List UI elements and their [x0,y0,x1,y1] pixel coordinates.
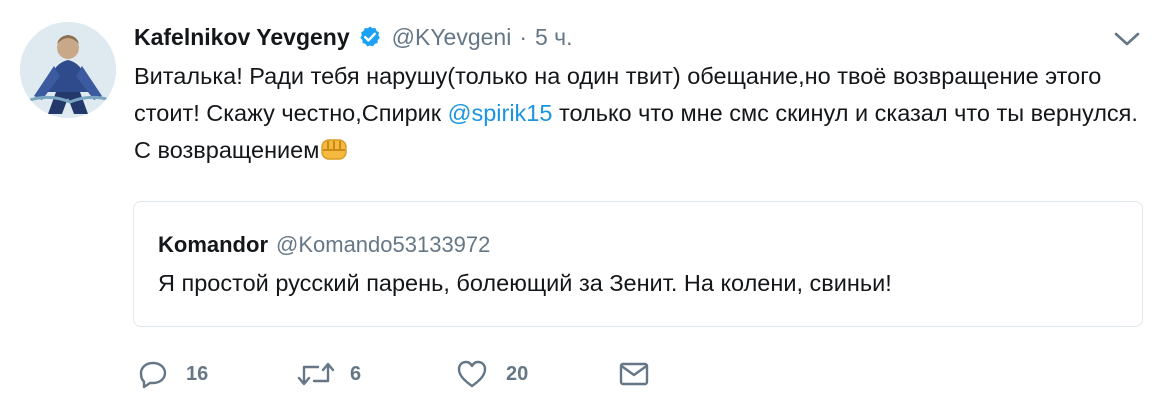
fist-emoji [319,136,349,162]
avatar[interactable] [20,22,116,118]
quoted-author-handle: @Komando53133972 [276,232,491,257]
direct-message-icon [618,359,650,389]
quoted-tweet-header: Komandor @Komando53133972 [158,232,490,258]
quoted-author-name: Komandor [158,232,268,257]
author-handle[interactable]: @KYevgeni [392,24,512,51]
quoted-tweet[interactable]: Komandor @Komando53133972 Я простой русск… [133,201,1143,327]
author-name[interactable]: Kafelnikov Yevgeny [134,24,350,51]
timestamp[interactable]: 5 ч. [535,24,573,51]
retweet-count: 6 [350,362,362,385]
retweet-icon [296,359,336,389]
like-count: 20 [506,362,529,385]
direct-message-button[interactable] [618,356,650,392]
separator-dot: · [519,23,527,50]
mention-link[interactable]: @spirik15 [448,100,553,126]
tweet-header: Kafelnikov Yevgeny @KYevgeni · 5 ч. [134,20,573,54]
like-icon [456,359,488,389]
tweet-text: Виталька! Ради тебя нарушу(только на оди… [134,58,1144,169]
quoted-tweet-text: Я простой русский парень, болеющий за Зе… [158,270,892,296]
tweet[interactable]: Kafelnikov Yevgeny @KYevgeni · 5 ч. Вита… [0,0,1162,408]
reply-count: 16 [186,362,209,385]
verified-badge-icon [358,25,382,49]
chevron-down-icon[interactable] [1112,28,1142,50]
like-button[interactable]: 20 [456,356,528,392]
reply-icon [138,359,168,389]
reply-button[interactable]: 16 [138,356,208,392]
retweet-button[interactable]: 6 [296,356,361,392]
